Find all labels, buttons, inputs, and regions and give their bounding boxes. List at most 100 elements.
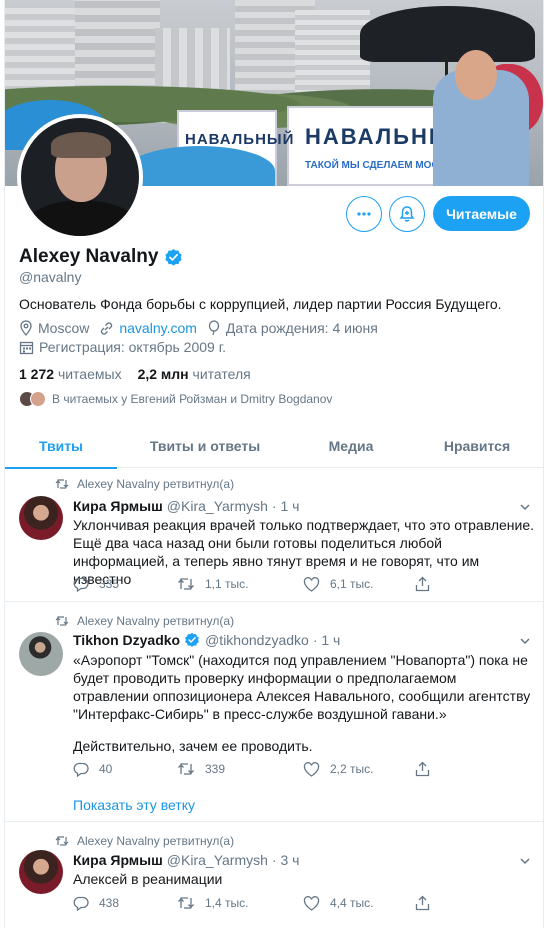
profile-name: Alexey Navalny bbox=[19, 246, 159, 267]
bell-plus-icon bbox=[399, 206, 415, 222]
tweet-author[interactable]: Кира Ярмыш bbox=[73, 498, 163, 514]
retweet-label: Alexey Navalny ретвитнул(а) bbox=[77, 834, 235, 848]
reply-button[interactable]: 335 bbox=[73, 576, 177, 592]
tweet-handle[interactable]: @tikhondzyadko bbox=[205, 632, 309, 648]
reply-icon bbox=[73, 577, 89, 592]
tab-tweets-and-replies[interactable]: Твиты и ответы bbox=[117, 424, 293, 468]
profile-tabs: Твиты Твиты и ответы Медиа Нравится bbox=[5, 424, 543, 469]
tweet-header: Кира Ярмыш @Kira_Yarmysh · 3 ч bbox=[73, 852, 299, 868]
heart-icon bbox=[303, 895, 320, 911]
tweet-actions: 335 1,1 тыс. 6,1 тыс. bbox=[73, 576, 440, 592]
followers-label: читателя bbox=[192, 366, 251, 382]
retweet-icon bbox=[178, 578, 194, 590]
retweet-icon bbox=[55, 616, 69, 626]
tweet-text: «Аэропорт "Томск" (находится под управле… bbox=[73, 652, 531, 722]
verified-badge-icon bbox=[185, 632, 199, 647]
retweet-label: Alexey Navalny ретвитнул(а) bbox=[77, 477, 235, 491]
tab-tweets[interactable]: Твиты bbox=[5, 424, 117, 469]
like-button[interactable]: 4,4 тыс. bbox=[303, 895, 415, 911]
following-count: 1 272 bbox=[19, 366, 55, 382]
retweet-count: 1,4 тыс. bbox=[205, 896, 249, 910]
retweet-indicator: Alexey Navalny ретвитнул(а) bbox=[55, 834, 234, 848]
tweet-text: Алексей в реанимации bbox=[73, 871, 223, 887]
tweet-actions: 438 1,4 тыс. 4,4 тыс. bbox=[73, 895, 440, 911]
profile-stats: 1 272 читаемых 2,2 млн читателя bbox=[19, 366, 251, 382]
tweet-header: Tikhon Dzyadko @tikhondzyadko · 1 ч bbox=[73, 632, 340, 648]
profile-location: Moscow bbox=[38, 320, 90, 336]
more-icon bbox=[357, 212, 371, 216]
retweet-indicator: Alexey Navalny ретвитнул(а) bbox=[55, 614, 234, 628]
retweet-indicator: Alexey Navalny ретвитнул(а) bbox=[55, 477, 234, 491]
tweet-avatar[interactable] bbox=[19, 632, 63, 676]
more-options-button[interactable] bbox=[346, 196, 382, 232]
following-label: читаемых bbox=[57, 366, 122, 382]
following-button[interactable]: Читаемые bbox=[433, 196, 530, 231]
tweet-time[interactable]: · 3 ч bbox=[272, 852, 300, 868]
followers-count: 2,2 млн bbox=[137, 366, 189, 382]
website-item: navalny.com bbox=[99, 320, 197, 336]
joined-item: Регистрация: октябрь 2009 г. bbox=[19, 339, 226, 355]
notifications-button[interactable] bbox=[389, 196, 425, 232]
chevron-down-icon[interactable] bbox=[519, 635, 531, 647]
like-button[interactable]: 6,1 тыс. bbox=[303, 576, 415, 592]
profile-handle: @navalny bbox=[19, 269, 82, 285]
link-icon bbox=[101, 321, 113, 335]
tweet-time[interactable]: · 1 ч bbox=[313, 632, 341, 648]
share-button[interactable] bbox=[415, 895, 440, 911]
following-stat[interactable]: 1 272 читаемых bbox=[19, 366, 122, 382]
tweet[interactable]: Alexey Navalny ретвитнул(а) Кира Ярмыш @… bbox=[5, 822, 543, 928]
reply-button[interactable]: 438 bbox=[73, 895, 177, 911]
tweet[interactable]: Alexey Navalny ретвитнул(а) Tikhon Dzyad… bbox=[5, 602, 543, 822]
retweet-count: 339 bbox=[205, 762, 226, 776]
chevron-down-icon[interactable] bbox=[519, 501, 531, 513]
location-item: Moscow bbox=[19, 320, 89, 336]
followers-stat[interactable]: 2,2 млн читателя bbox=[138, 366, 251, 382]
chevron-down-icon[interactable] bbox=[519, 855, 531, 867]
tab-media[interactable]: Медиа bbox=[293, 424, 409, 468]
retweet-button[interactable]: 1,1 тыс. bbox=[177, 576, 303, 592]
retweet-icon bbox=[55, 836, 69, 846]
heart-icon bbox=[303, 576, 320, 592]
verified-badge-icon bbox=[165, 248, 183, 266]
like-count: 2,2 тыс. bbox=[330, 762, 374, 776]
retweet-button[interactable]: 1,4 тыс. bbox=[177, 895, 303, 911]
tab-likes[interactable]: Нравится bbox=[409, 424, 543, 468]
reply-button[interactable]: 40 bbox=[73, 761, 177, 777]
profile-meta-row-1: Moscow navalny.com Дата рождения: 4 июня bbox=[19, 320, 388, 336]
tweet-handle[interactable]: @Kira_Yarmysh bbox=[167, 498, 268, 514]
profile-joined: Регистрация: октябрь 2009 г. bbox=[39, 339, 226, 355]
profile-birthday: Дата рождения: 4 июня bbox=[225, 320, 378, 336]
tweet-author[interactable]: Кира Ярмыш bbox=[73, 852, 163, 868]
profile-name-row: Alexey Navalny bbox=[19, 246, 183, 268]
profile-meta-row-2: Регистрация: октябрь 2009 г. bbox=[19, 339, 236, 355]
tweet-header: Кира Ярмыш @Kira_Yarmysh · 1 ч bbox=[73, 498, 299, 514]
retweet-label: Alexey Navalny ретвитнул(а) bbox=[77, 614, 235, 628]
profile-bio: Основатель Фонда борьбы с коррупцией, ли… bbox=[19, 296, 502, 312]
like-button[interactable]: 2,2 тыс. bbox=[303, 761, 415, 777]
followed-by-row[interactable]: В читаемых у Евгений Ройзман и Dmitry Bo… bbox=[19, 391, 332, 407]
retweet-icon bbox=[55, 479, 69, 489]
tweet-author[interactable]: Tikhon Dzyadko bbox=[73, 632, 180, 648]
retweet-button[interactable]: 339 bbox=[177, 761, 303, 777]
reply-icon bbox=[73, 896, 89, 911]
tweet-avatar[interactable] bbox=[19, 850, 63, 894]
profile-page: НАВАЛЬНЫЙ НАВАЛЬНЫ ТАКОЙ МЫ СДЕЛАЕМ МОСК… bbox=[4, 0, 544, 928]
tweet-avatar[interactable] bbox=[19, 496, 63, 540]
banner-sign-right: НАВАЛЬНЫ bbox=[305, 124, 453, 149]
retweet-icon bbox=[178, 897, 194, 909]
banner-sign-slogan: ТАКОЙ МЫ СДЕЛАЕМ МОСК bbox=[305, 160, 445, 171]
birthday-item: Дата рождения: 4 июня bbox=[207, 320, 378, 336]
tweet-handle[interactable]: @Kira_Yarmysh bbox=[167, 852, 268, 868]
like-count: 6,1 тыс. bbox=[330, 577, 374, 591]
profile-website-link[interactable]: navalny.com bbox=[119, 320, 197, 336]
share-button[interactable] bbox=[415, 576, 440, 592]
share-icon bbox=[415, 761, 430, 777]
tweet-actions: 40 339 2,2 тыс. bbox=[73, 761, 440, 777]
share-button[interactable] bbox=[415, 761, 440, 777]
profile-avatar[interactable] bbox=[17, 114, 143, 240]
followed-by-text: В читаемых у Евгений Ройзман и Dmitry Bo… bbox=[52, 392, 333, 406]
tweet-time[interactable]: · 1 ч bbox=[272, 498, 300, 514]
tweet[interactable]: Alexey Navalny ретвитнул(а) Кира Ярмыш @… bbox=[5, 468, 543, 602]
show-thread-link[interactable]: Показать эту ветку bbox=[73, 797, 195, 813]
tweet-text-continued: Действительно, зачем ее проводить. bbox=[73, 738, 313, 754]
